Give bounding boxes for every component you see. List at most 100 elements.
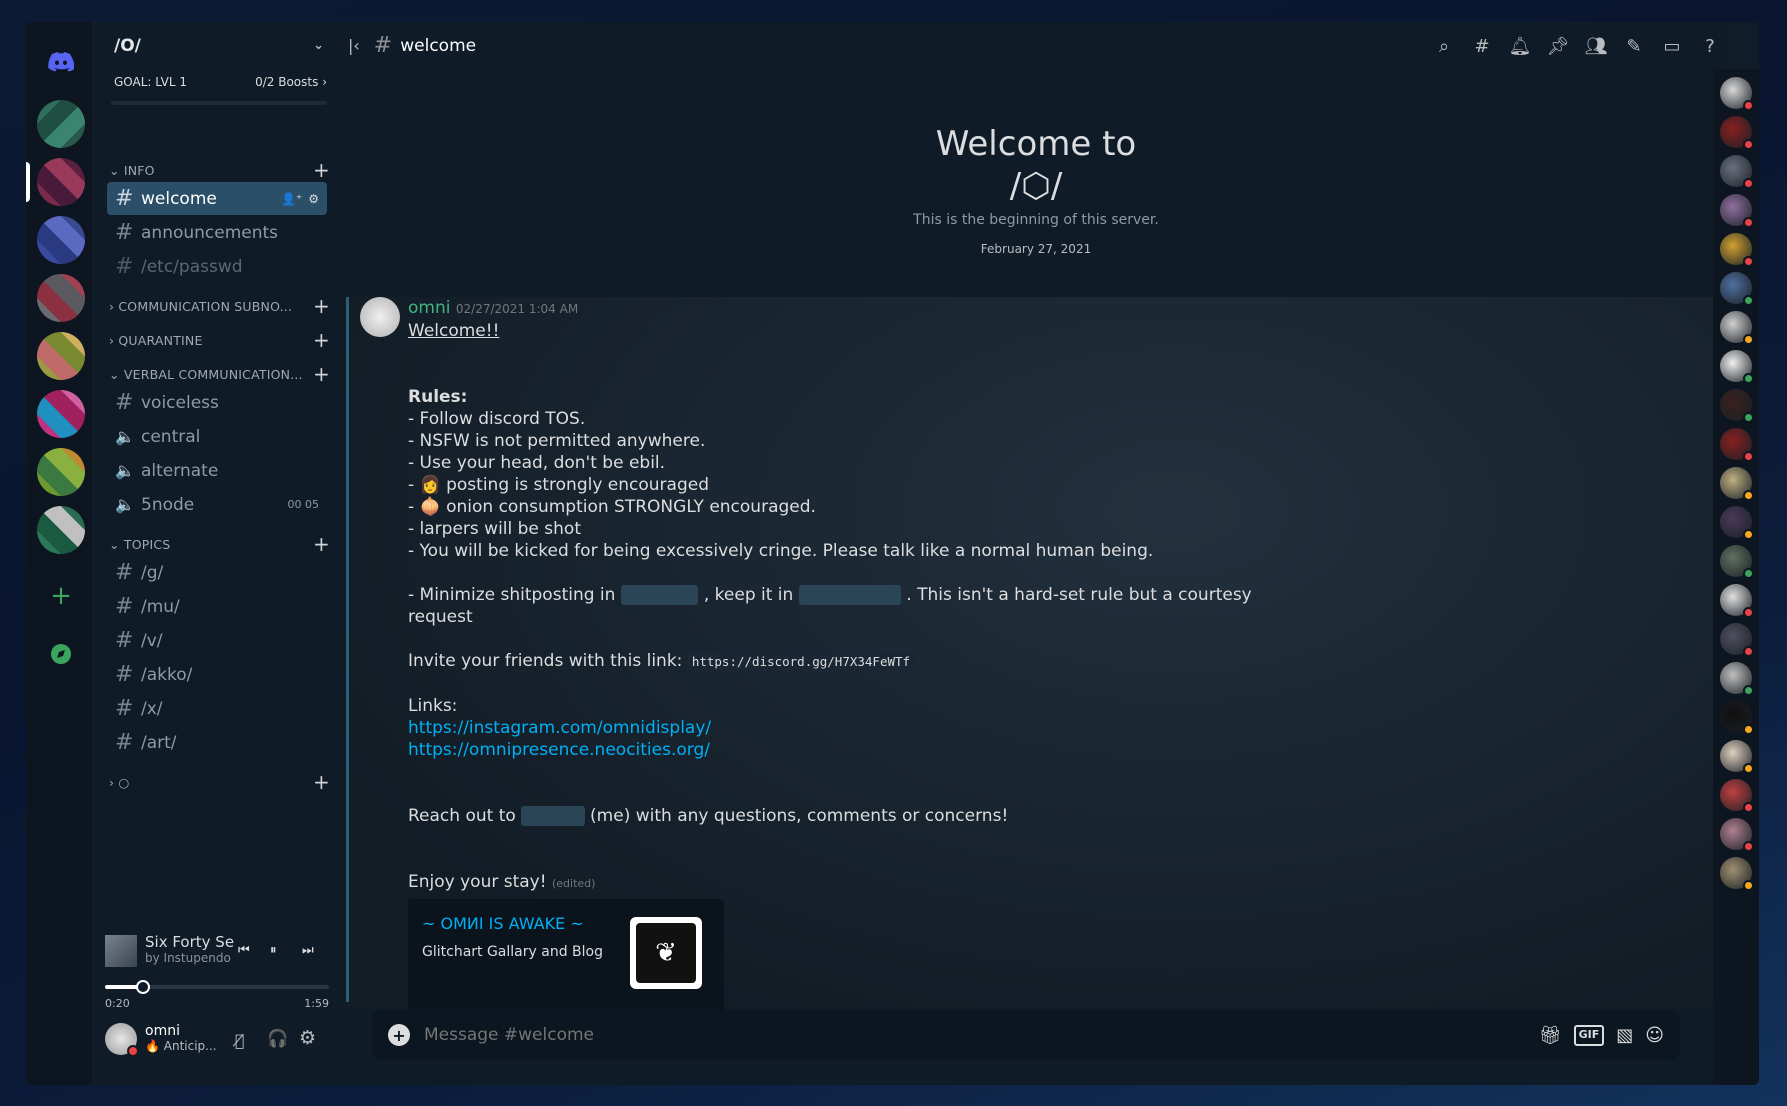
message-input[interactable]	[424, 1025, 1324, 1045]
upload-plus-icon[interactable]: +	[388, 1024, 410, 1046]
server-icon[interactable]	[37, 332, 85, 380]
member-avatar[interactable]	[1720, 311, 1754, 345]
channel-g[interactable]: #/g/	[107, 556, 327, 589]
channel-etc-passwd[interactable]: #/etc/passwd	[107, 250, 327, 283]
gif-icon[interactable]: GIF	[1573, 1024, 1605, 1046]
category-communication[interactable]: › COMMUNICATION SUBNO... +	[99, 294, 339, 318]
channel-mention[interactable]: #biohazard	[798, 585, 901, 605]
voice-channel-alternate[interactable]: 🔈 alternate	[107, 454, 327, 487]
channel-welcome-header: Welcome to /⬡/ This is the beginning of …	[346, 124, 1726, 256]
sticker-icon[interactable]: ▧	[1616, 1025, 1633, 1046]
shitpost-line: - Minimize shitposting in #central , kee…	[408, 585, 1252, 627]
server-icon[interactable]	[37, 506, 85, 554]
member-avatar[interactable]	[1720, 506, 1754, 540]
member-avatar[interactable]	[1720, 857, 1754, 891]
instagram-link[interactable]: https://instagram.com/omnidisplay/	[408, 718, 711, 738]
member-avatar[interactable]	[1720, 740, 1754, 774]
category-verbal[interactable]: ⌄ VERBAL COMMUNICATION... +	[99, 362, 339, 386]
create-channel-icon[interactable]: +	[313, 158, 330, 182]
message-author[interactable]: omni	[408, 298, 450, 318]
channel-voiceless[interactable]: # voiceless	[107, 386, 327, 419]
invite-code[interactable]: https://discord.gg/H7X34FeWTf	[687, 652, 915, 671]
member-avatar[interactable]	[1720, 662, 1754, 696]
custom-status: 🔥 Anticip...	[145, 1039, 217, 1053]
channel-announcements[interactable]: # announcements	[107, 216, 327, 249]
channel-x[interactable]: #/x/	[107, 692, 327, 725]
member-avatar[interactable]	[1720, 818, 1754, 852]
inbox-icon[interactable]: ▭	[1656, 30, 1688, 62]
pause-icon[interactable]: ⏸	[270, 943, 277, 958]
pin-icon[interactable]: 📌︎	[1542, 30, 1574, 62]
member-avatar[interactable]	[1720, 272, 1754, 306]
embed-title[interactable]: ~ OMИI IS AWAKE ~	[422, 913, 584, 935]
channel-mention[interactable]: #central	[620, 585, 699, 605]
invite-icon[interactable]: 👤⁺	[281, 192, 302, 206]
member-avatar[interactable]	[1720, 779, 1754, 813]
discord-home-icon[interactable]	[37, 38, 85, 86]
member-avatar[interactable]	[1720, 116, 1754, 150]
create-channel-icon[interactable]: +	[313, 532, 330, 556]
search-icon[interactable]: ⌕	[1428, 30, 1460, 62]
link-embed[interactable]: ~ OMИI IS AWAKE ~ Glitchart Gallary and …	[408, 899, 724, 1011]
previous-track-icon[interactable]: ⏮	[238, 943, 250, 958]
member-avatar[interactable]	[1720, 623, 1754, 657]
member-avatar[interactable]	[1720, 389, 1754, 423]
server-header[interactable]: /O/ ⌄	[99, 22, 339, 69]
channel-akko[interactable]: #/akko/	[107, 658, 327, 691]
server-icon[interactable]	[37, 100, 85, 148]
headphones-icon[interactable]: 🎧	[267, 1029, 288, 1049]
member-avatar[interactable]	[1720, 545, 1754, 579]
server-icon[interactable]	[37, 448, 85, 496]
channel-v[interactable]: #/v/	[107, 624, 327, 657]
server-icon[interactable]	[37, 274, 85, 322]
category-topics[interactable]: ⌄ TOPICS +	[99, 532, 339, 556]
server-icon[interactable]	[37, 390, 85, 438]
next-track-icon[interactable]: ⏭	[302, 943, 314, 958]
voice-channel-5node[interactable]: 🔈 5node 00 05	[107, 488, 327, 521]
member-avatar[interactable]	[1720, 701, 1754, 735]
member-avatar[interactable]	[1720, 584, 1754, 618]
boost-goal[interactable]: GOAL: LVL 1 0/2 Boosts ›	[99, 69, 339, 89]
chevron-down-icon[interactable]: ⌄	[313, 38, 324, 53]
create-channel-icon[interactable]: +	[313, 294, 330, 318]
gear-icon[interactable]: ⚙	[308, 192, 319, 206]
create-channel-icon[interactable]: +	[313, 770, 330, 794]
track-progress-bar[interactable]	[105, 980, 329, 994]
bell-icon[interactable]: 🔔︎	[1504, 30, 1536, 62]
channel-name: welcome	[400, 35, 477, 56]
settings-gear-icon[interactable]: ⚙	[299, 1027, 316, 1049]
member-avatar[interactable]	[1720, 428, 1754, 462]
gift-icon[interactable]: 🎁︎	[1539, 1025, 1562, 1046]
collapse-sidebar-icon[interactable]: |‹	[348, 36, 360, 55]
member-avatar[interactable]	[1720, 233, 1754, 267]
server-icon[interactable]	[37, 158, 85, 206]
create-channel-icon[interactable]: +	[313, 328, 330, 352]
voice-channel-central[interactable]: 🔈 central	[107, 420, 327, 453]
rule-item: - NSFW is not permitted anywhere.	[408, 431, 706, 451]
member-avatar[interactable]	[1720, 350, 1754, 384]
server-icon[interactable]	[37, 216, 85, 264]
explore-servers-icon[interactable]	[37, 630, 85, 678]
member-avatar[interactable]	[1720, 194, 1754, 228]
member-avatar[interactable]	[1720, 77, 1754, 111]
speaker-icon: 🔈	[115, 461, 135, 480]
channel-welcome[interactable]: # welcome 👤⁺ ⚙	[107, 182, 327, 215]
channel-mu[interactable]: #/mu/	[107, 590, 327, 623]
add-server-icon[interactable]: +	[37, 572, 85, 620]
author-avatar[interactable]	[360, 297, 400, 337]
emoji-icon[interactable]: ☺	[1645, 1025, 1664, 1046]
edit-notes-icon[interactable]: ✎	[1618, 30, 1650, 62]
member-avatar[interactable]	[1720, 467, 1754, 501]
category-info[interactable]: ⌄ INFO +	[99, 158, 339, 182]
channel-art[interactable]: #/art/	[107, 726, 327, 759]
threads-icon[interactable]: #	[1466, 30, 1498, 62]
help-icon[interactable]: ?	[1694, 30, 1726, 62]
mute-mic-icon[interactable]: 🎙̸	[235, 1031, 245, 1050]
category-circle[interactable]: › ○ +	[99, 770, 339, 794]
user-mention[interactable]: @omni	[521, 806, 585, 826]
members-icon[interactable]: 👥︎	[1580, 30, 1612, 62]
neocities-link[interactable]: https://omnipresence.neocities.org/	[408, 740, 710, 760]
member-avatar[interactable]	[1720, 155, 1754, 189]
create-channel-icon[interactable]: +	[313, 362, 330, 386]
category-quarantine[interactable]: › QUARANTINE +	[99, 328, 339, 352]
